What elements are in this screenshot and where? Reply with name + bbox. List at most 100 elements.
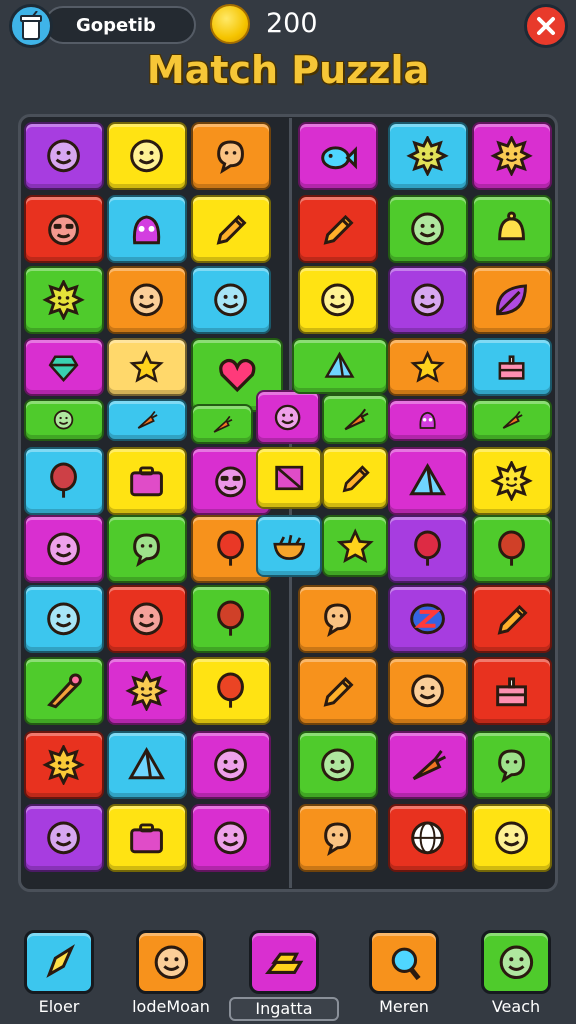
tile-left-12[interactable]: [107, 399, 187, 441]
box-icon: [258, 449, 320, 507]
tile-left-25[interactable]: [24, 731, 104, 799]
tile-left-10[interactable]: [107, 338, 187, 396]
tile-left-1[interactable]: [107, 122, 187, 190]
tile-left-19[interactable]: [24, 585, 104, 653]
tile-right-12[interactable]: [472, 399, 552, 441]
balloon-icon: [193, 659, 269, 723]
tile-right-14[interactable]: [472, 447, 552, 515]
tile-right-7[interactable]: [388, 266, 468, 334]
tile-right-28[interactable]: [472, 804, 552, 872]
tile-center-5[interactable]: [322, 515, 388, 577]
tile-left-0[interactable]: [24, 122, 104, 190]
tile-left-28[interactable]: [24, 804, 104, 872]
tile-left-14[interactable]: [107, 447, 187, 515]
cup-icon[interactable]: [9, 4, 53, 48]
bottom-button-3[interactable]: [369, 930, 439, 994]
tile-left-30[interactable]: [191, 804, 271, 872]
tile-left-13[interactable]: [24, 447, 104, 515]
speech-bubble-icon: [300, 587, 376, 651]
tile-right-20[interactable]: [298, 657, 378, 725]
tile-right-0[interactable]: [298, 122, 378, 190]
bell-icon: [474, 197, 550, 261]
tile-right-15[interactable]: [388, 515, 468, 583]
player-name-pill[interactable]: Gopetib: [44, 6, 196, 44]
smiley-face-icon: [26, 587, 102, 651]
tile-left-5[interactable]: [191, 195, 271, 263]
pencil-icon: [474, 587, 550, 651]
tile-left-2[interactable]: [191, 122, 271, 190]
tile-right-16[interactable]: [472, 515, 552, 583]
tile-right-25[interactable]: [472, 731, 552, 799]
tile-right-3[interactable]: [298, 195, 378, 263]
pencil-icon: [300, 659, 376, 723]
carrot-icon: [193, 406, 251, 442]
tile-left-23[interactable]: [107, 657, 187, 725]
tile-center-6[interactable]: [292, 338, 388, 394]
tile-right-18[interactable]: [388, 585, 468, 653]
bottom-button-0[interactable]: [24, 930, 94, 994]
ice-cream-icon: [26, 659, 102, 723]
tile-left-26[interactable]: [107, 731, 187, 799]
smiley-face-icon: [258, 392, 318, 442]
close-button[interactable]: [524, 4, 568, 48]
tile-left-27[interactable]: [191, 731, 271, 799]
tile-right-4[interactable]: [388, 195, 468, 263]
tile-left-7[interactable]: [107, 266, 187, 334]
tile-left-6[interactable]: [24, 266, 104, 334]
tile-right-27[interactable]: [388, 804, 468, 872]
tile-right-17[interactable]: [298, 585, 378, 653]
smiley-face-icon: [109, 268, 185, 332]
pencil-icon: [324, 449, 386, 507]
tile-right-22[interactable]: [472, 657, 552, 725]
tile-left-20[interactable]: [107, 585, 187, 653]
tile-right-23[interactable]: [298, 731, 378, 799]
tile-left-29[interactable]: [107, 804, 187, 872]
smiley-face-icon: [390, 197, 466, 261]
tile-center-8[interactable]: [322, 447, 388, 509]
rocket-icon: [27, 933, 91, 991]
tile-right-10[interactable]: [472, 338, 552, 396]
creature-icon: [390, 401, 466, 439]
tile-right-24[interactable]: [388, 731, 468, 799]
pyramid-icon: [390, 449, 466, 513]
bottom-button-1[interactable]: [136, 930, 206, 994]
tile-left-11[interactable]: [24, 399, 104, 441]
tile-left-21[interactable]: [191, 585, 271, 653]
bottom-button-2[interactable]: [249, 930, 319, 994]
tile-center-2[interactable]: [256, 390, 320, 444]
tile-right-2[interactable]: [472, 122, 552, 190]
tile-center-1[interactable]: [191, 404, 253, 444]
tile-center-7[interactable]: [322, 394, 388, 444]
tile-right-26[interactable]: [298, 804, 378, 872]
tile-right-1[interactable]: [388, 122, 468, 190]
tile-left-22[interactable]: [24, 657, 104, 725]
gem-icon: [26, 340, 102, 394]
briefcase-icon: [109, 806, 185, 870]
speech-bubble-icon: [300, 806, 376, 870]
tile-right-8[interactable]: [472, 266, 552, 334]
bottom-button-4[interactable]: [481, 930, 551, 994]
tile-right-13[interactable]: [388, 447, 468, 515]
letter-z-icon: [390, 587, 466, 651]
tile-center-4[interactable]: [256, 515, 322, 577]
bottom-label-1: lodeMoan: [132, 997, 210, 1016]
tile-left-9[interactable]: [24, 338, 104, 396]
tile-center-3[interactable]: [256, 447, 322, 509]
tile-left-4[interactable]: [107, 195, 187, 263]
tile-right-5[interactable]: [472, 195, 552, 263]
tile-left-8[interactable]: [191, 266, 271, 334]
tile-left-24[interactable]: [191, 657, 271, 725]
tile-right-19[interactable]: [472, 585, 552, 653]
star-icon: [324, 517, 386, 575]
tile-right-9[interactable]: [388, 338, 468, 396]
tile-right-21[interactable]: [388, 657, 468, 725]
coin-count: 200: [266, 8, 318, 39]
smiley-face-icon: [193, 268, 269, 332]
tile-left-3[interactable]: [24, 195, 104, 263]
tile-right-6[interactable]: [298, 266, 378, 334]
smiley-face-icon: [474, 806, 550, 870]
tile-left-16[interactable]: [24, 515, 104, 583]
smiley-face-icon: [26, 517, 102, 581]
tile-right-11[interactable]: [388, 399, 468, 441]
tile-left-17[interactable]: [107, 515, 187, 583]
